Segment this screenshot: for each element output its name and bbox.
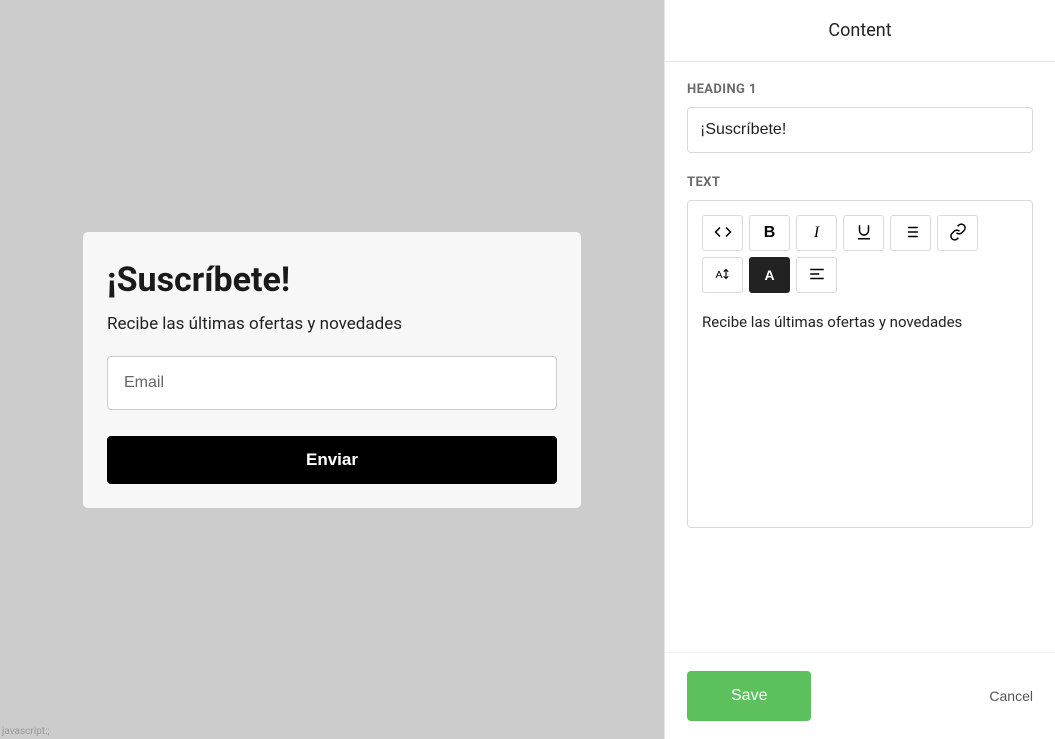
link-icon [949,223,967,244]
italic-button[interactable]: I [796,215,837,251]
bold-icon: B [764,224,776,242]
subscribe-text: Recibe las últimas ofertas y novedades [107,314,557,334]
editor-sidebar: Content HEADING 1 TEXT B I [665,0,1055,739]
heading-label: HEADING 1 [687,82,1033,97]
italic-icon: I [814,224,819,242]
align-icon [808,265,826,286]
font-color-button[interactable]: A [749,257,790,293]
font-size-button[interactable]: A [702,257,743,293]
editor-content[interactable]: Recibe las últimas ofertas y novedades [702,313,1018,513]
svg-text:A: A [715,268,722,280]
status-tip: javascript:; [0,724,52,739]
text-label: TEXT [687,175,1033,190]
subscribe-heading: ¡Suscríbete! [107,260,557,300]
submit-button[interactable]: Enviar [107,436,557,484]
preview-area: ¡Suscríbete! Recibe las últimas ofertas … [0,0,665,739]
align-button[interactable] [796,257,837,293]
font-size-icon: A [714,265,732,286]
font-color-icon: A [764,267,774,283]
bold-button[interactable]: B [749,215,790,251]
email-field[interactable] [107,356,557,410]
list-icon [902,223,920,244]
cancel-button[interactable]: Cancel [989,688,1033,704]
subscribe-card: ¡Suscríbete! Recibe las últimas ofertas … [83,232,581,508]
underline-button[interactable] [843,215,884,251]
code-button[interactable] [702,215,743,251]
link-button[interactable] [937,215,978,251]
list-button[interactable] [890,215,931,251]
sidebar-title: Content [665,0,1055,62]
sidebar-body: HEADING 1 TEXT B I [665,62,1055,652]
heading-input[interactable] [687,107,1033,153]
code-icon [714,223,732,244]
underline-icon [855,223,873,244]
sidebar-footer: Save Cancel [665,652,1055,739]
text-editor: B I [687,200,1033,528]
editor-toolbar: B I [702,215,1018,293]
save-button[interactable]: Save [687,671,811,721]
